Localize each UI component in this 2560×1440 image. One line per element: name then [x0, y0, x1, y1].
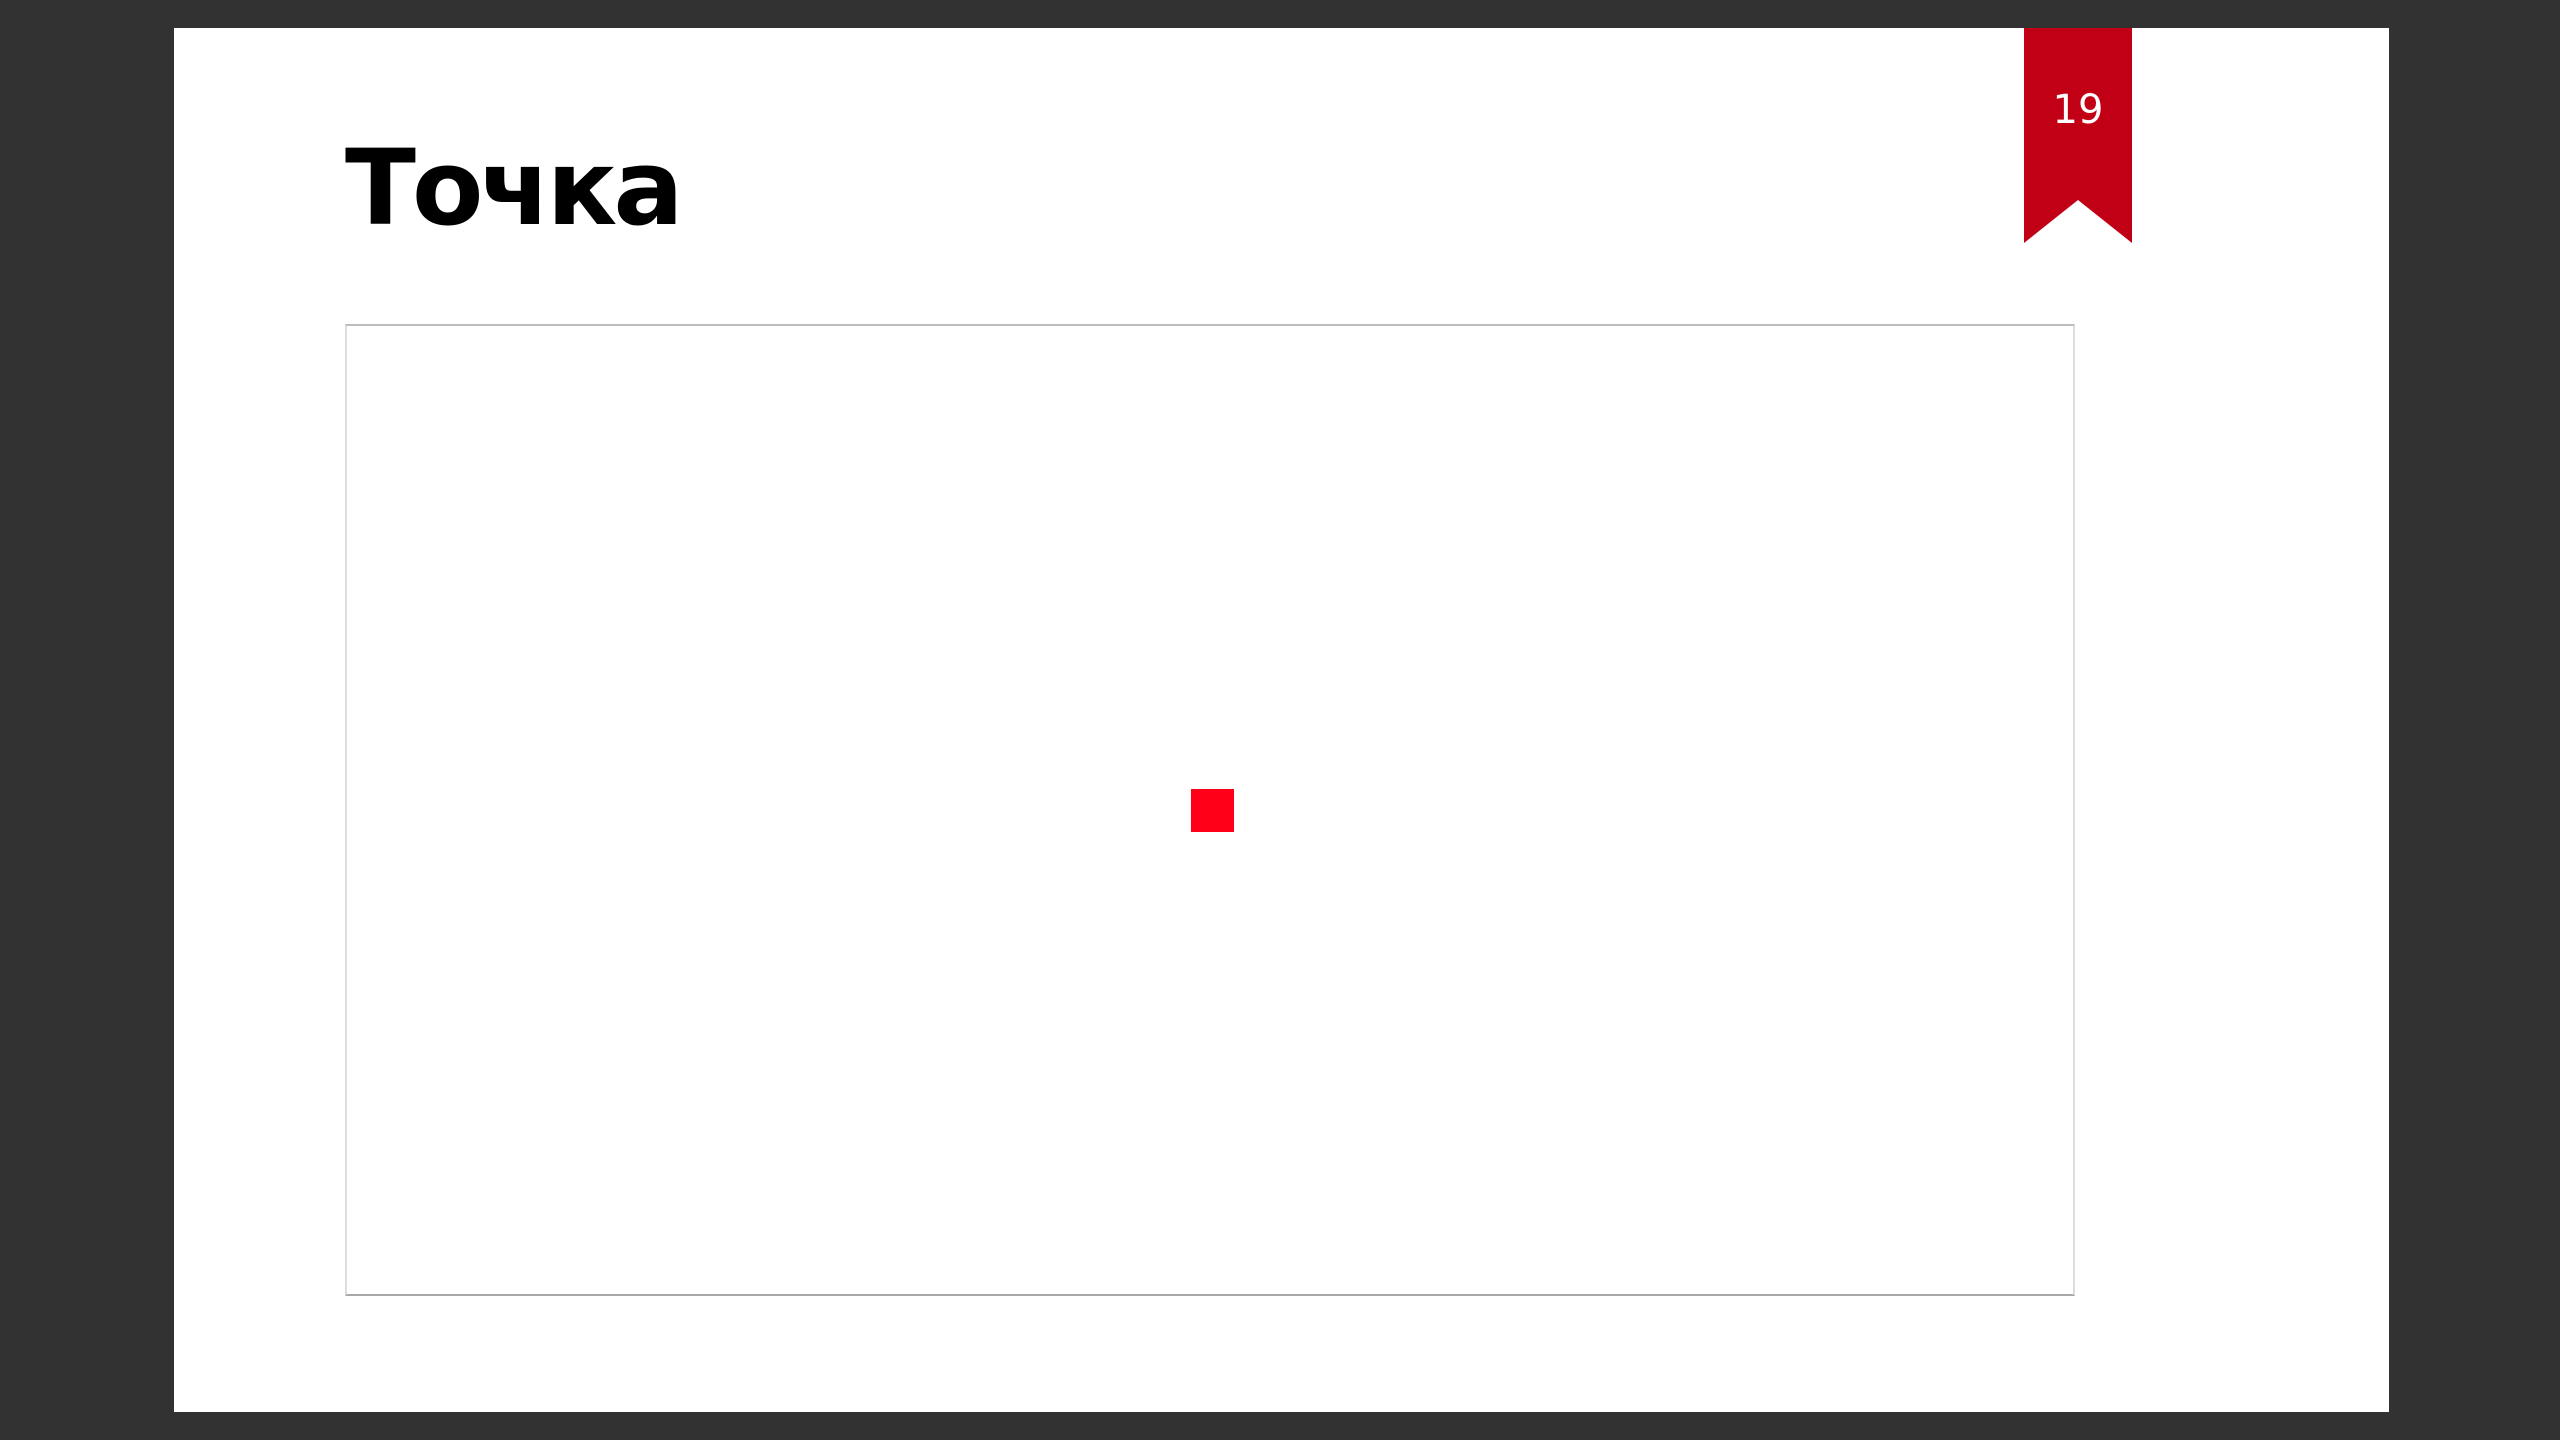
- bookmark-ribbon-icon: 19: [2024, 28, 2132, 243]
- bookmark-ribbon-shape: [2024, 28, 2132, 243]
- red-point: [1191, 789, 1234, 832]
- slide: Точка 19: [174, 28, 2389, 1412]
- red-point-square: [1191, 789, 1234, 832]
- slide-title: Точка: [345, 127, 684, 249]
- page-number: 19: [2052, 87, 2104, 133]
